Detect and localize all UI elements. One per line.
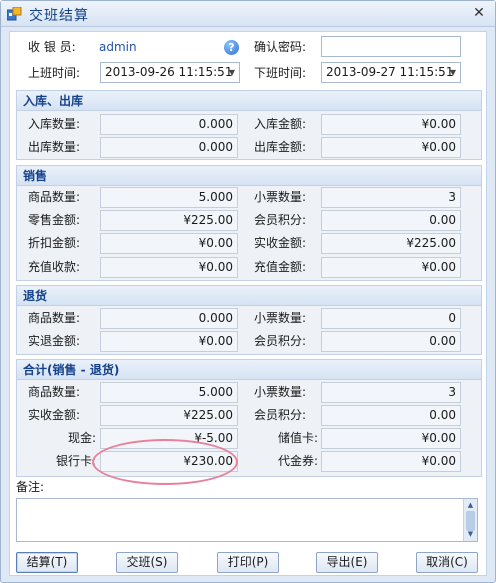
total-stored-card-field: ¥0.00	[321, 428, 461, 449]
handover-window: 交班结算 ✕ 收 银 员: admin ? 确认密码: 上班时间: 2013-0…	[0, 0, 496, 583]
returns-group-title: 退货	[17, 286, 481, 306]
total-voucher-field: ¥0.00	[321, 451, 461, 472]
sales-group-title: 销售	[17, 166, 481, 186]
sales-recharge-recv-field: ¥0.00	[100, 257, 238, 278]
sales-qty-label: 商品数量:	[28, 190, 81, 204]
start-time-picker[interactable]: 2013-09-26 11:15:51 ▼	[100, 62, 240, 83]
total-qty-field: 5.000	[100, 382, 238, 403]
client-area: 收 银 员: admin ? 确认密码: 上班时间: 2013-09-26 11…	[9, 31, 487, 576]
total-cash-label: 现金:	[67, 431, 96, 445]
returns-qty-field: 0.000	[100, 308, 238, 329]
stock-out-amount-label: 出库金额:	[254, 140, 307, 154]
start-time-value: 2013-09-26 11:15:51	[105, 65, 233, 79]
total-voucher-label: 代金券:	[277, 454, 318, 468]
sales-points-field: 0.00	[321, 210, 461, 231]
scroll-thumb[interactable]	[466, 511, 475, 531]
stock-out-amount-field: ¥0.00	[321, 137, 461, 158]
total-received-label: 实收金额:	[28, 408, 81, 422]
sales-discount-label: 折扣金额:	[28, 236, 81, 250]
returns-qty-label: 商品数量:	[28, 311, 81, 325]
sales-discount-field: ¥0.00	[100, 233, 238, 254]
start-time-label: 上班时间:	[28, 66, 81, 80]
scroll-down-icon[interactable]: ▼	[466, 530, 475, 539]
settle-button[interactable]: 结算(T)	[16, 552, 78, 573]
sales-points-label: 会员积分:	[254, 213, 307, 227]
total-points-label: 会员积分:	[254, 408, 307, 422]
sales-recharge-amount-label: 充值金额:	[254, 260, 307, 274]
total-stored-card-label: 储值卡:	[277, 431, 318, 445]
stock-in-qty-label: 入库数量:	[28, 117, 81, 131]
sales-received-field: ¥225.00	[321, 233, 461, 254]
sales-qty-field: 5.000	[100, 187, 238, 208]
returns-tickets-label: 小票数量:	[254, 311, 307, 325]
scroll-up-icon[interactable]: ▲	[466, 501, 475, 510]
help-icon[interactable]: ?	[224, 40, 239, 55]
sales-retail-label: 零售金额:	[28, 213, 81, 227]
confirm-password-input[interactable]	[321, 36, 461, 57]
stock-group-title: 入库、出库	[17, 91, 481, 111]
sales-tickets-field: 3	[321, 187, 461, 208]
stock-in-amount-label: 入库金额:	[254, 117, 307, 131]
end-time-value: 2013-09-27 11:15:51	[326, 65, 454, 79]
end-time-label: 下班时间:	[254, 66, 307, 80]
print-button[interactable]: 打印(P)	[217, 552, 279, 573]
cashier-value: admin	[99, 40, 137, 54]
remark-scrollbar[interactable]: ▲ ▼	[463, 499, 477, 541]
sales-recharge-amount-field: ¥0.00	[321, 257, 461, 278]
total-bank-card-label: 银行卡:	[55, 454, 96, 468]
end-time-picker[interactable]: 2013-09-27 11:15:51 ▼	[321, 62, 461, 83]
total-tickets-label: 小票数量:	[254, 385, 307, 399]
stock-out-qty-label: 出库数量:	[28, 140, 81, 154]
close-icon[interactable]: ✕	[469, 4, 489, 22]
confirm-password-label: 确认密码:	[254, 40, 307, 54]
app-icon	[7, 7, 22, 21]
cancel-button[interactable]: 取消(C)	[416, 552, 478, 573]
remark-label: 备注:	[16, 480, 45, 494]
dropdown-arrow-icon[interactable]: ▼	[229, 63, 235, 82]
returns-points-field: 0.00	[321, 331, 461, 352]
stock-in-amount-field: ¥0.00	[321, 114, 461, 135]
returns-refund-field: ¥0.00	[100, 331, 238, 352]
sales-recharge-recv-label: 充值收款:	[28, 260, 81, 274]
returns-refund-label: 实退金额:	[28, 334, 81, 348]
handover-button[interactable]: 交班(S)	[116, 552, 178, 573]
total-points-field: 0.00	[321, 405, 461, 426]
cashier-label: 收 银 员:	[28, 40, 76, 54]
window-title: 交班结算	[29, 8, 89, 24]
stock-out-qty-field: 0.000	[100, 137, 238, 158]
sales-received-label: 实收金额:	[254, 236, 307, 250]
sales-retail-field: ¥225.00	[100, 210, 238, 231]
remark-textarea[interactable]: ▲ ▼	[16, 498, 478, 542]
highlight-annotation-ellipse	[92, 439, 238, 485]
total-tickets-field: 3	[321, 382, 461, 403]
total-qty-label: 商品数量:	[28, 385, 81, 399]
returns-tickets-field: 0	[321, 308, 461, 329]
returns-points-label: 会员积分:	[254, 334, 307, 348]
dropdown-arrow-icon[interactable]: ▼	[450, 63, 456, 82]
total-received-field: ¥225.00	[100, 405, 238, 426]
stock-in-qty-field: 0.000	[100, 114, 238, 135]
sales-tickets-label: 小票数量:	[254, 190, 307, 204]
title-bar: 交班结算 ✕	[1, 1, 495, 27]
export-button[interactable]: 导出(E)	[316, 552, 378, 573]
total-group-title: 合计(销售 - 退货)	[17, 360, 481, 380]
